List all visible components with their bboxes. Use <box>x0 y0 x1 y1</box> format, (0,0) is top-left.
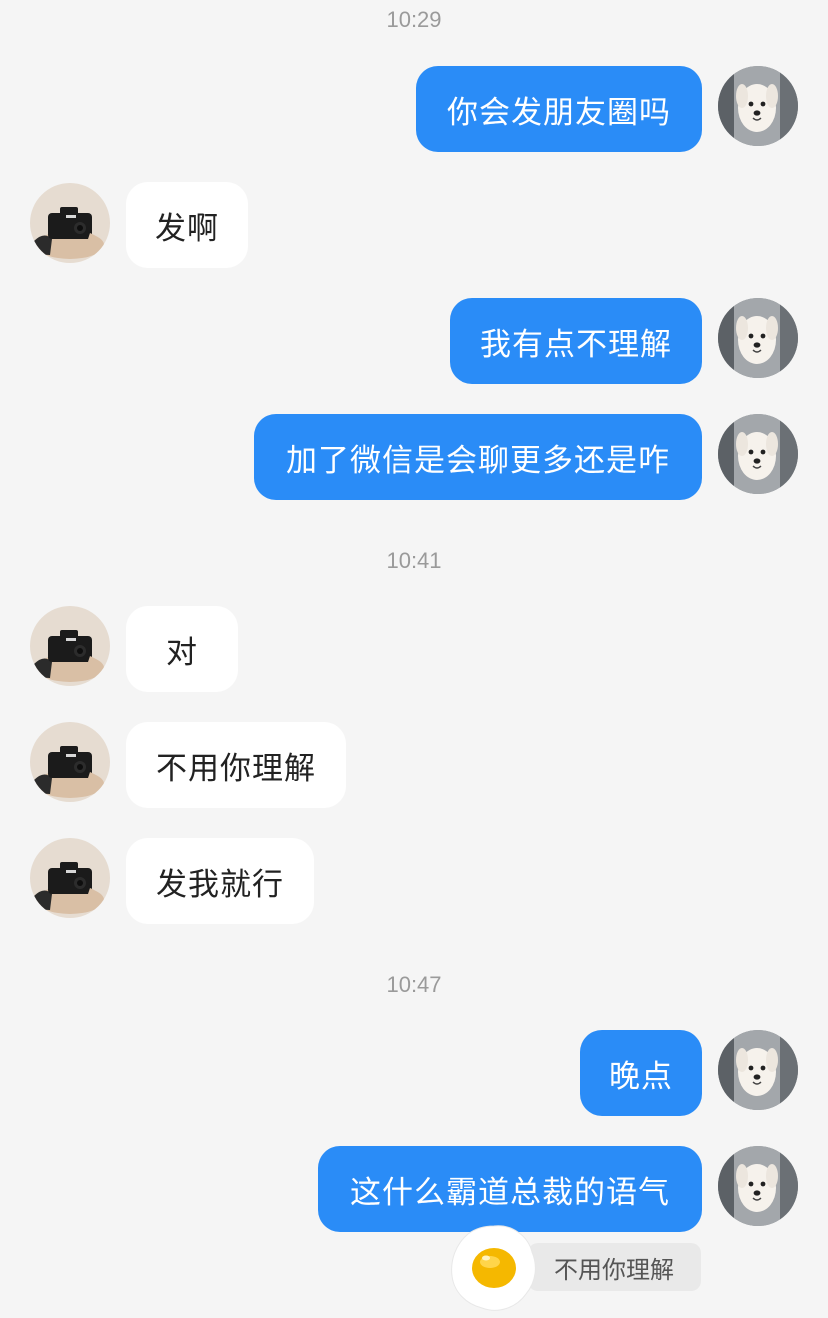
outgoing-message-bubble[interactable]: 这什么霸道总裁的语气 <box>318 1146 702 1232</box>
fried-egg-sticker-icon <box>446 1222 542 1314</box>
dog-avatar-icon[interactable] <box>718 1146 798 1226</box>
incoming-message-bubble[interactable]: 对 <box>126 606 238 692</box>
camera-avatar-icon[interactable] <box>30 838 110 918</box>
outgoing-message-bubble[interactable]: 我有点不理解 <box>450 298 702 384</box>
quoted-reply[interactable]: 不用你理解 <box>528 1243 701 1291</box>
outgoing-message-bubble[interactable]: 你会发朋友圈吗 <box>416 66 702 152</box>
dog-avatar-icon[interactable] <box>718 66 798 146</box>
camera-avatar-icon[interactable] <box>30 722 110 802</box>
outgoing-message-bubble[interactable]: 加了微信是会聊更多还是咋 <box>254 414 702 500</box>
outgoing-message-bubble[interactable]: 晚点 <box>580 1030 702 1116</box>
camera-avatar-icon[interactable] <box>30 183 110 263</box>
incoming-message-bubble[interactable]: 发啊 <box>126 182 248 268</box>
timestamp: 10:29 <box>386 7 442 32</box>
timestamp: 10:41 <box>386 548 442 573</box>
incoming-message-bubble[interactable]: 发我就行 <box>126 838 314 924</box>
dog-avatar-icon[interactable] <box>718 414 798 494</box>
dog-avatar-icon[interactable] <box>718 298 798 378</box>
quoted-reply-text: 不用你理解 <box>554 1255 674 1284</box>
camera-avatar-icon[interactable] <box>30 606 110 686</box>
timestamp: 10:47 <box>386 972 442 997</box>
dog-avatar-icon[interactable] <box>718 1030 798 1110</box>
incoming-message-bubble[interactable]: 不用你理解 <box>126 722 346 808</box>
